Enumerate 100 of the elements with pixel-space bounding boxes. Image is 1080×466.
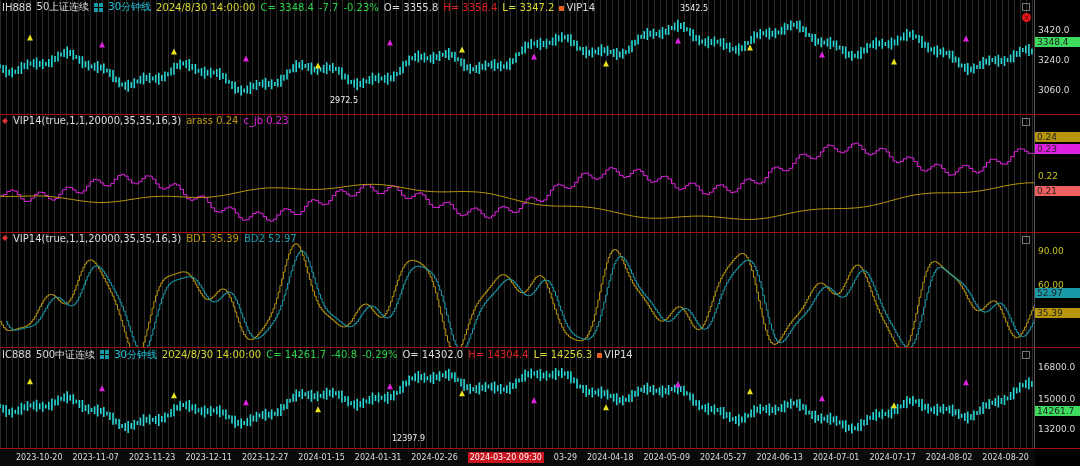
signal-marker-icon [243,55,249,62]
signal-marker-icon [27,378,33,385]
header-text: BD1 35.39 [186,232,239,244]
date-label: 2024-05-27 [699,453,747,463]
value-badge: 0.24 [1035,132,1080,143]
diamond-icon [2,117,8,124]
date-label: 2024-02-26 [411,453,458,463]
signal-marker-icon [963,35,969,42]
signal-marker-icon [747,44,753,51]
value-badge: 14261.7 [1035,405,1080,416]
date-label: 2024-06-13 [756,453,803,463]
value-badge: 0.21 [1035,186,1080,197]
header-text: C= 3348.4 [260,1,314,13]
value-badge: 35.39 [1035,307,1080,318]
header-text: -0.23% [343,1,379,13]
signal-marker-icon [747,388,753,395]
header-text: VIP14(true,1,1,20000,35,35,16,3) [13,232,182,244]
header-text: arass 0.24 [186,115,239,127]
header-text: 2024/8/30 14:00:00 [156,1,256,13]
signal-marker-icon [819,51,825,58]
axis-label: 90.00 [1038,245,1064,256]
header-text: BD2 52.97 [243,232,297,244]
signal-marker-icon [531,397,537,404]
grid-icon[interactable] [100,350,110,360]
signal-marker-icon [171,392,177,399]
date-label: 2024-08-20 [982,453,1029,463]
value-badge: 3348.4 [1035,37,1080,47]
signal-marker-icon [387,383,393,390]
close-icon[interactable] [1022,13,1031,22]
square-icon[interactable] [1022,118,1030,127]
date-label: 2024-01-15 [298,453,345,463]
cursor-time-label: 2024-03-20 09:30 [467,452,544,464]
axis-label: 13200.0 [1038,423,1076,434]
signal-marker-icon [171,48,177,55]
date-label: 2024-04-18 [587,453,634,463]
indicator-tag: VIP14 [597,349,633,361]
header-text: -0.29% [362,349,398,361]
header-text: IC888 [2,349,32,361]
signal-marker-icon [891,58,897,65]
signal-marker-icon [459,390,465,397]
signal-marker-icon [27,34,33,41]
price-annotation: 12397.9 [392,433,426,443]
signal-marker-icon [99,385,105,392]
header-text: O= 3355.8 [383,1,439,13]
signal-marker-icon [99,41,105,48]
date-label: 2024-08-02 [925,453,973,463]
signal-marker-icon [603,60,609,67]
signal-marker-icon [243,399,249,406]
header-text: C= 14261.7 [266,349,327,361]
header-text: H= 3358.4 [443,1,498,13]
header-text: H= 14304.4 [468,349,529,361]
date-label: 2023-12-27 [241,453,289,463]
date-label: 2023-11-07 [72,453,119,463]
header-text: L= 14256.3 [533,349,593,361]
signal-marker-icon [459,46,465,53]
square-icon[interactable] [1022,3,1030,11]
date-label: 2023-12-11 [185,453,232,463]
header-text: 2024/8/30 14:00:00 [161,349,262,361]
header-text: c_jb 0.23 [243,115,289,127]
header-text: 500中证连续 [36,347,96,362]
price-annotation: 2972.5 [330,96,358,105]
axis-label: 15000.0 [1038,393,1076,404]
header-text: 30分钟线 [108,0,152,14]
date-label: 2024-05-09 [643,453,690,463]
header-text: O= 14302.0 [402,349,464,361]
signal-marker-icon [675,37,681,44]
signal-marker-icon [387,39,393,46]
date-label: 2024-07-17 [869,453,916,463]
signal-marker-icon [675,381,681,388]
signal-marker-icon [819,395,825,402]
signal-marker-icon [531,53,537,60]
date-label: 03-29 [553,453,578,463]
header-text: -40.8 [331,349,357,361]
axis-label: 16800.0 [1038,361,1076,372]
date-label: 2023-11-23 [128,453,176,463]
date-label: 2023-10-20 [16,453,63,463]
header-text: 30分钟线 [114,347,157,362]
square-icon[interactable] [1022,350,1030,359]
grid-icon[interactable] [94,2,104,12]
diamond-icon [2,235,8,241]
signal-marker-icon [315,406,321,413]
axis-label: 3240.0 [1038,55,1070,65]
header-text: 50上证连续 [36,0,90,14]
header-text: IH888 [2,1,32,13]
indicator-tag: VIP14 [559,1,595,13]
axis-label: 3060.0 [1038,85,1070,95]
header-text: -7.7 [318,1,339,13]
value-badge: 0.23 [1035,144,1080,155]
square-icon[interactable] [1022,235,1030,244]
header-text: VIP14(true,1,1,20000,35,35,16,3) [13,115,182,127]
value-badge: 52.97 [1035,287,1080,298]
date-label: 2024-07-01 [812,453,860,463]
axis-label: 3420.0 [1038,25,1070,35]
price-annotation: 3542.5 [680,4,708,13]
axis-label: 0.22 [1038,171,1059,182]
date-label: 2024-01-31 [354,453,402,463]
axis-label: 60.00 [1038,279,1064,290]
signal-marker-icon [963,379,969,386]
signal-marker-icon [315,62,321,69]
header-text: L= 3347.2 [502,1,555,13]
